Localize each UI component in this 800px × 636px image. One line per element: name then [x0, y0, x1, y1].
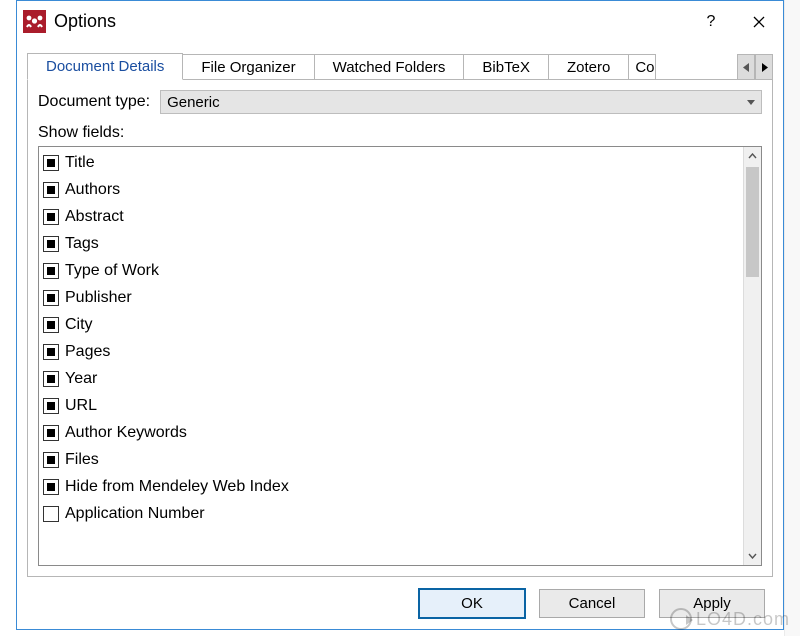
- field-label: Title: [65, 154, 95, 172]
- watermark-icon: [670, 608, 692, 630]
- field-checkbox[interactable]: [43, 506, 59, 522]
- field-label: Type of Work: [65, 262, 159, 280]
- field-label: City: [65, 316, 93, 334]
- field-label: Author Keywords: [65, 424, 187, 442]
- tab-connection[interactable]: Co: [628, 54, 656, 80]
- tab-strip: Document DetailsFile OrganizerWatched Fo…: [27, 50, 773, 80]
- close-icon: [753, 16, 765, 28]
- field-item[interactable]: Tags: [43, 230, 739, 257]
- chevron-down-icon: [748, 553, 757, 559]
- tab-scrollers: [737, 54, 773, 80]
- field-item[interactable]: Application Number: [43, 500, 739, 527]
- field-item[interactable]: Title: [43, 149, 739, 176]
- field-label: Hide from Mendeley Web Index: [65, 478, 289, 496]
- tab-zotero[interactable]: Zotero: [548, 54, 629, 80]
- field-label: Abstract: [65, 208, 124, 226]
- field-item[interactable]: URL: [43, 392, 739, 419]
- field-checkbox[interactable]: [43, 317, 59, 333]
- field-item[interactable]: Authors: [43, 176, 739, 203]
- field-label: Files: [65, 451, 99, 469]
- field-checkbox[interactable]: [43, 344, 59, 360]
- field-checkbox[interactable]: [43, 290, 59, 306]
- field-checkbox[interactable]: [43, 425, 59, 441]
- field-item[interactable]: Files: [43, 446, 739, 473]
- field-checkbox[interactable]: [43, 263, 59, 279]
- scrollbar-thumb[interactable]: [746, 167, 759, 277]
- document-type-label: Document type:: [38, 93, 150, 111]
- tab-bibtex[interactable]: BibTeX: [463, 54, 549, 80]
- field-label: Application Number: [65, 505, 205, 523]
- tab-scroll-left[interactable]: [737, 54, 755, 80]
- document-type-dropdown[interactable]: Generic: [160, 90, 762, 114]
- listbox-scrollbar[interactable]: [743, 147, 761, 565]
- field-item[interactable]: City: [43, 311, 739, 338]
- field-item[interactable]: Year: [43, 365, 739, 392]
- arrow-left-icon: [743, 63, 750, 72]
- scroll-down-button[interactable]: [744, 547, 761, 565]
- dialog-title: Options: [54, 11, 116, 32]
- dialog-button-row: OK Cancel Apply: [17, 577, 783, 629]
- field-item[interactable]: Type of Work: [43, 257, 739, 284]
- ok-button[interactable]: OK: [419, 589, 525, 618]
- fields-list[interactable]: Title Authors Abstract Tags Type of Work Publ…: [39, 147, 743, 565]
- help-button[interactable]: ?: [687, 1, 735, 42]
- field-label: Publisher: [65, 289, 132, 307]
- close-button[interactable]: [735, 1, 783, 42]
- field-checkbox[interactable]: [43, 236, 59, 252]
- tab-panel-document-details: Document type: Generic Show fields: Titl…: [27, 79, 773, 577]
- field-item[interactable]: Pages: [43, 338, 739, 365]
- fields-listbox: Title Authors Abstract Tags Type of Work Publ…: [38, 146, 762, 566]
- watermark: LO4D.com: [670, 608, 790, 630]
- titlebar: Options ?: [17, 1, 783, 42]
- field-checkbox[interactable]: [43, 155, 59, 171]
- field-label: Authors: [65, 181, 120, 199]
- field-item[interactable]: Abstract: [43, 203, 739, 230]
- field-label: URL: [65, 397, 97, 415]
- field-checkbox[interactable]: [43, 182, 59, 198]
- field-item[interactable]: Publisher: [43, 284, 739, 311]
- watermark-text: LO4D.com: [696, 609, 790, 630]
- field-label: Pages: [65, 343, 110, 361]
- tab-file-organizer[interactable]: File Organizer: [182, 54, 314, 80]
- field-checkbox[interactable]: [43, 209, 59, 225]
- show-fields-label: Show fields:: [38, 124, 762, 142]
- scroll-up-button[interactable]: [744, 147, 761, 165]
- cancel-button[interactable]: Cancel: [539, 589, 645, 618]
- arrow-right-icon: [761, 63, 768, 72]
- document-type-value: Generic: [167, 94, 220, 111]
- dialog-content: Document DetailsFile OrganizerWatched Fo…: [17, 42, 783, 577]
- field-checkbox[interactable]: [43, 371, 59, 387]
- field-checkbox[interactable]: [43, 452, 59, 468]
- background-window-edge: [784, 0, 800, 636]
- tab-scroll-right[interactable]: [755, 54, 773, 80]
- tab-watched-folders[interactable]: Watched Folders: [314, 54, 465, 80]
- field-item[interactable]: Author Keywords: [43, 419, 739, 446]
- field-label: Year: [65, 370, 97, 388]
- field-item[interactable]: Hide from Mendeley Web Index: [43, 473, 739, 500]
- tab-document-details[interactable]: Document Details: [27, 53, 183, 80]
- mendeley-icon: [23, 10, 46, 33]
- field-checkbox[interactable]: [43, 398, 59, 414]
- field-label: Tags: [65, 235, 99, 253]
- options-dialog: Options ? Document DetailsFile Organizer…: [16, 0, 784, 630]
- field-checkbox[interactable]: [43, 479, 59, 495]
- document-type-row: Document type: Generic: [38, 90, 762, 114]
- chevron-up-icon: [748, 153, 757, 159]
